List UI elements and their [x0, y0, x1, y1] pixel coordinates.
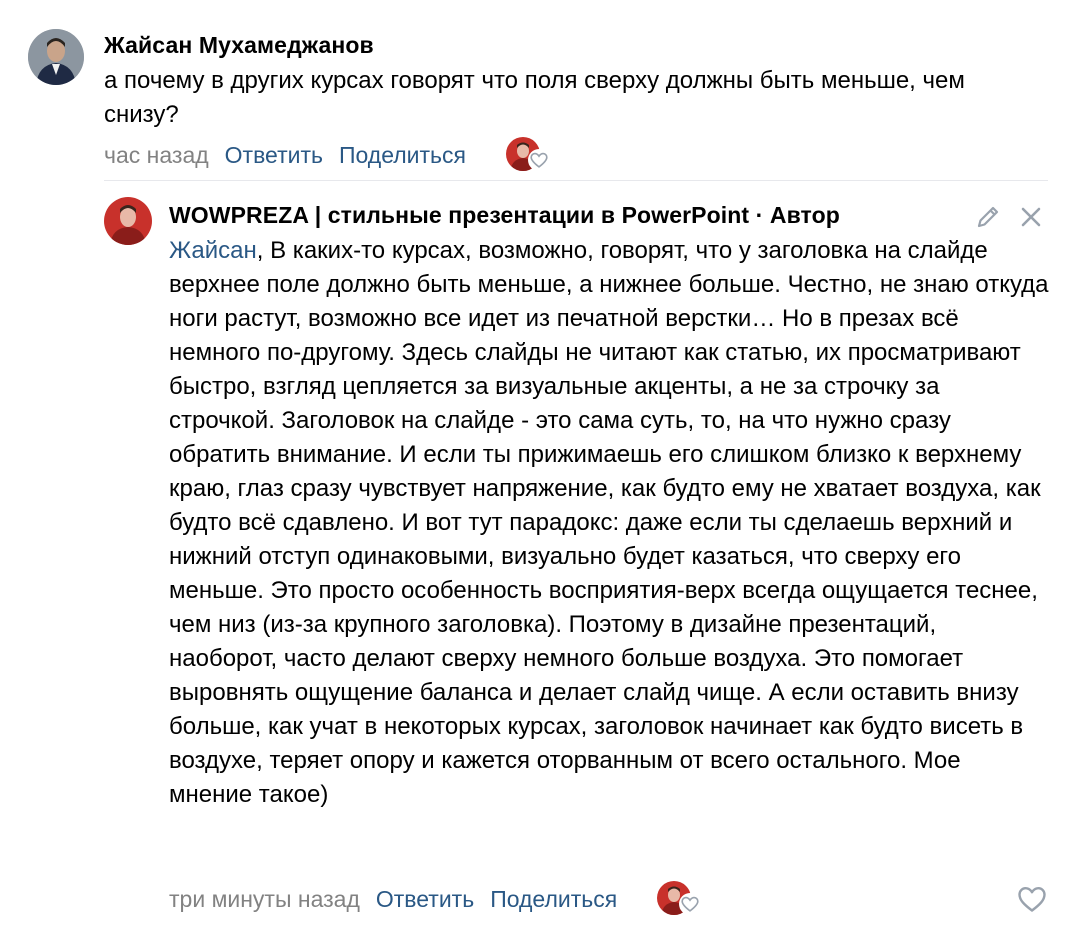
divider [104, 180, 1048, 181]
share-button[interactable]: Поделиться [339, 142, 466, 169]
reply-text: , В каких-то курсах, возможно, говорят, … [169, 237, 1049, 808]
close-icon[interactable] [1018, 204, 1044, 230]
commenter-avatar[interactable] [28, 29, 84, 85]
reply-share-button[interactable]: Поделиться [490, 886, 617, 913]
heart-icon [679, 893, 702, 915]
comment-time[interactable]: час назад [104, 142, 209, 169]
reply-reply-button[interactable]: Ответить [376, 886, 474, 913]
reply-button[interactable]: Ответить [225, 142, 323, 169]
comment-meta: час назад Ответить Поделиться [104, 135, 550, 175]
heart-icon [528, 149, 550, 171]
pencil-icon[interactable] [974, 203, 1002, 231]
like-heart-icon[interactable] [1016, 884, 1048, 914]
reply-author-name[interactable]: WOWPREZA | стильные презентации в PowerP… [169, 202, 840, 229]
reply-time[interactable]: три минуты назад [169, 886, 360, 913]
mention-link[interactable]: Жайсан [169, 237, 257, 264]
comment-text: а почему в других курсах говорят что пол… [104, 67, 965, 128]
reply-author-avatar[interactable] [104, 197, 152, 245]
reply-text-block: Жайсан, В каких-то курсах, возможно, гов… [169, 234, 1049, 812]
reply-meta: три минуты назад Ответить Поделиться [169, 879, 702, 919]
reply-liked-by-avatar[interactable] [657, 879, 702, 919]
commenter-name[interactable]: Жайсан Мухамеджанов [104, 32, 374, 59]
liked-by-avatar[interactable] [506, 135, 550, 175]
